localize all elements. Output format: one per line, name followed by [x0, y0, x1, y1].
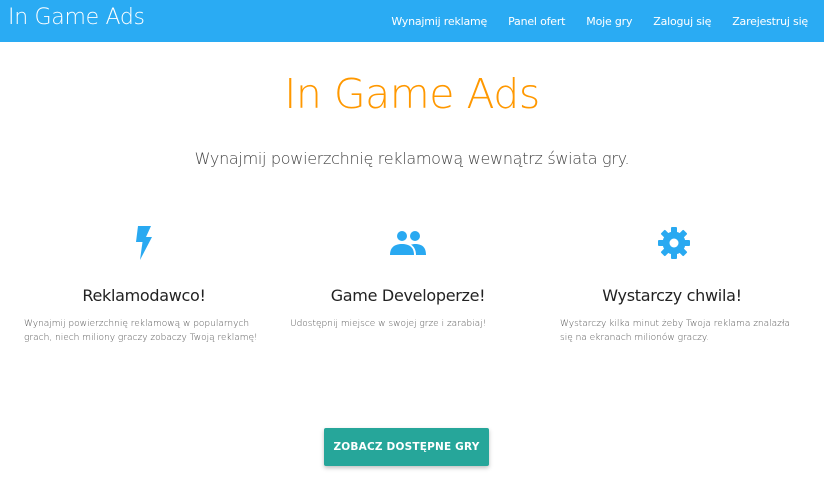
feature-text: Wynajmij powierzchnię reklamową w popula…: [24, 319, 258, 343]
lightning-bolt-icon: [124, 222, 164, 264]
hero-subtitle: Wynajmij powierzchnię reklamową wewnątrz…: [194, 149, 630, 168]
nav-link-register[interactable]: Zarejestruj się: [732, 15, 808, 28]
feature-title: Wystarczy chwila!: [602, 286, 742, 305]
hero-title: In Game Ads: [284, 70, 540, 118]
nav-links: Wynajmij reklamę Panel ofert Moje gry Za…: [370, 0, 808, 42]
see-available-games-button[interactable]: ZOBACZ DOSTĘPNE GRY: [324, 428, 489, 466]
nav-link-rent-ad[interactable]: Wynajmij reklamę: [391, 15, 487, 28]
navbar: In Game Ads Wynajmij reklamę Panel ofert…: [0, 0, 824, 42]
feature-title: Game Developerze!: [330, 286, 486, 305]
nav-link-my-games[interactable]: Moje gry: [586, 15, 632, 28]
brand-logo[interactable]: In Game Ads: [8, 5, 145, 30]
feature-text: Wystarczy kilka minut żeby Twoja reklama…: [560, 319, 790, 343]
feature-text: Udostępnij miejsce w swojej grze i zarab…: [290, 319, 487, 329]
nav-link-offers-panel[interactable]: Panel ofert: [508, 15, 565, 28]
nav-link-login[interactable]: Zaloguj się: [653, 15, 711, 28]
feature-title: Reklamodawco!: [82, 286, 206, 305]
people-group-icon: [386, 222, 430, 264]
gear-icon: [654, 222, 694, 264]
